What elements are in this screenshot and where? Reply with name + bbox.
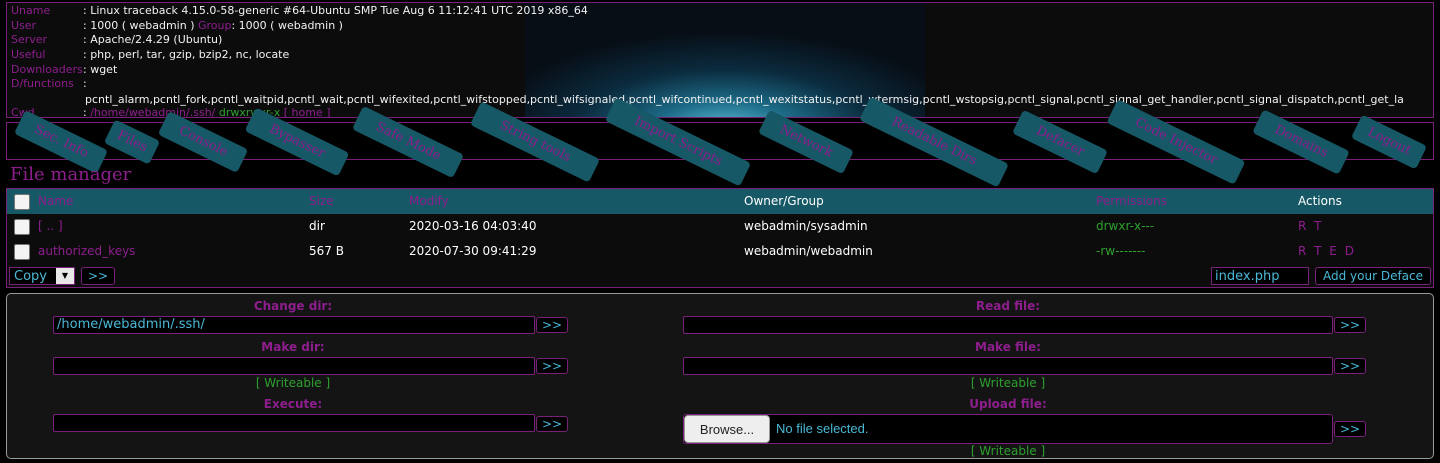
execute-label: Execute: — [263, 397, 323, 411]
add-deface-button[interactable]: Add your Deface — [1315, 267, 1431, 285]
file-manager-title: File manager — [10, 164, 132, 185]
file-name-link[interactable]: [ .. ] — [38, 214, 63, 239]
column-size[interactable]: Size — [309, 189, 334, 214]
browse-button[interactable]: Browse... — [684, 415, 770, 443]
nav-files[interactable]: Files — [103, 119, 161, 165]
user-row: User : 1000 ( webadmin ) Group: 1000 ( we… — [11, 19, 343, 33]
cwd-path-link[interactable]: /home/webadmin/.ssh/ — [90, 106, 215, 117]
make-dir-button[interactable]: >> — [536, 358, 568, 374]
server-row: Server : Apache/2.4.29 (Ubuntu) — [11, 33, 222, 47]
user-value: : 1000 ( webadmin ) — [83, 19, 195, 32]
column-modify[interactable]: Modify — [409, 189, 449, 214]
make-file-input[interactable] — [683, 357, 1333, 375]
table-row: [ .. ] dir 2020-03-16 04:03:40 webadmin/… — [7, 214, 1433, 239]
bulk-action-value: Copy — [14, 269, 47, 284]
make-dir-writeable-status: [ Writeable ] — [255, 376, 331, 390]
column-owner-group: Owner/Group — [744, 194, 824, 208]
file-size: dir — [309, 219, 325, 233]
change-dir-input[interactable]: /home/webadmin/.ssh/ — [53, 316, 535, 334]
dfunctions-sep: : — [83, 77, 87, 90]
main-nav: Sec. Info Files Console Bypasser Safe Mo… — [6, 96, 1434, 188]
uname-value: : Linux traceback 4.15.0-58-generic #64-… — [83, 4, 588, 17]
read-file-label: Read file: — [975, 299, 1041, 313]
execute-button[interactable]: >> — [536, 416, 568, 432]
column-permissions[interactable]: Permissions — [1096, 189, 1167, 214]
file-size: 567 B — [309, 244, 344, 258]
file-permissions[interactable]: drwxr-x--- — [1096, 214, 1154, 239]
upload-file-label: Upload file: — [969, 397, 1047, 411]
nav-console[interactable]: Console — [157, 111, 249, 173]
make-dir-input[interactable] — [53, 357, 535, 375]
file-modify: 2020-03-16 04:03:40 — [409, 219, 537, 233]
file-name-link[interactable]: authorized_keys — [38, 239, 135, 264]
execute-input[interactable] — [53, 414, 535, 432]
select-all-checkbox[interactable] — [14, 194, 30, 210]
useful-label: Useful — [11, 48, 46, 61]
chevron-down-icon: ▼ — [56, 268, 74, 284]
make-file-writeable-status: [ Writeable ] — [970, 376, 1046, 390]
file-owner: webadmin/webadmin — [744, 244, 873, 258]
system-info-panel: Uname : Linux traceback 4.15.0-58-generic… — [6, 2, 1434, 118]
nav-network[interactable]: Network — [758, 109, 854, 175]
file-owner: webadmin/sysadmin — [744, 219, 868, 233]
change-dir-button[interactable]: >> — [536, 317, 568, 333]
cwd-home-link[interactable]: [ home ] — [284, 106, 331, 117]
change-dir-label: Change dir: — [253, 299, 333, 313]
dfunctions-label: D/functions — [11, 77, 74, 90]
dfunctions-row: D/functions: — [11, 77, 87, 91]
file-modify: 2020-07-30 09:41:29 — [409, 244, 537, 258]
user-label: User — [11, 19, 37, 32]
upload-file-field[interactable]: Browse... No file selected. — [683, 414, 1333, 444]
file-manager-table: Name Size Modify Owner/Group Permissions… — [6, 188, 1434, 288]
tools-panel: Change dir: /home/webadmin/.ssh/ >> Make… — [6, 293, 1434, 459]
read-file-input[interactable] — [683, 316, 1333, 334]
server-label: Server — [11, 33, 48, 46]
group-label: Group — [197, 19, 232, 32]
table-footer: Copy ▼ >> index.php Add your Deface — [7, 265, 1433, 287]
nav-defacer[interactable]: Defacer — [1012, 109, 1108, 175]
bulk-action-submit-button[interactable]: >> — [81, 267, 115, 285]
row-checkbox[interactable] — [14, 244, 30, 260]
read-file-button[interactable]: >> — [1334, 317, 1366, 333]
upload-writeable-status: [ Writeable ] — [970, 444, 1046, 458]
deface-filename-input[interactable]: index.php — [1211, 267, 1309, 285]
make-dir-label: Make dir: — [261, 340, 325, 354]
uname-label: Uname — [11, 4, 51, 17]
bulk-action-select[interactable]: Copy ▼ — [9, 267, 75, 285]
useful-value: : php, perl, tar, gzip, bzip2, nc, locat… — [83, 48, 290, 61]
file-actions[interactable]: R T — [1298, 214, 1323, 239]
group-value: : 1000 ( webadmin ) — [231, 19, 343, 32]
disabled-functions-list: pcntl_alarm,pcntl_fork,pcntl_waitpid,pcn… — [85, 93, 1404, 106]
uname-row: Uname : Linux traceback 4.15.0-58-generic… — [11, 4, 588, 18]
downloaders-value: : wget — [83, 63, 118, 76]
downloaders-row: Downloaders: wget — [11, 63, 117, 77]
nav-domains[interactable]: Domains — [1252, 109, 1350, 175]
no-file-selected-text: No file selected. — [776, 421, 869, 436]
column-name[interactable]: Name — [38, 189, 73, 214]
row-checkbox[interactable] — [14, 219, 30, 235]
upload-file-button[interactable]: >> — [1334, 421, 1366, 437]
file-permissions[interactable]: -rw------- — [1096, 239, 1145, 264]
table-header: Name Size Modify Owner/Group Permissions… — [7, 189, 1433, 214]
table-row: authorized_keys 567 B 2020-07-30 09:41:2… — [7, 239, 1433, 264]
make-file-label: Make file: — [975, 340, 1041, 354]
nav-logout[interactable]: Logout — [1350, 114, 1428, 170]
useful-row: Useful : php, perl, tar, gzip, bzip2, nc,… — [11, 48, 289, 62]
column-actions: Actions — [1298, 194, 1342, 208]
downloaders-label: Downloaders — [11, 63, 83, 76]
server-value: : Apache/2.4.29 (Ubuntu) — [83, 33, 223, 46]
make-file-button[interactable]: >> — [1334, 358, 1366, 374]
cwd-sep: : — [83, 106, 87, 118]
file-actions[interactable]: R T E D — [1298, 239, 1356, 264]
